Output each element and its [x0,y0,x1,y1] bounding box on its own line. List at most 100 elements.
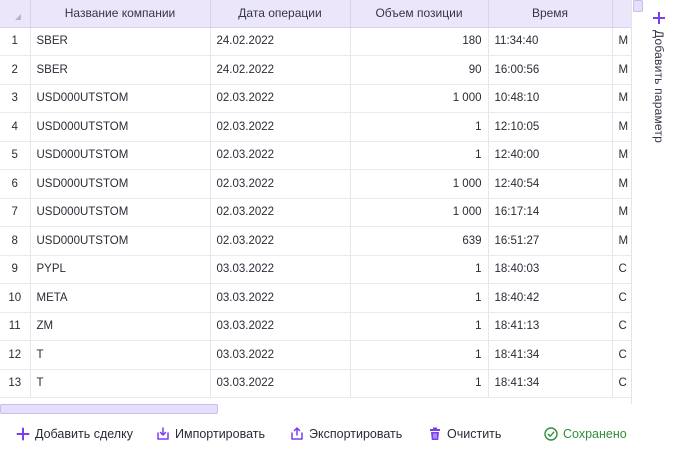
add-deal-button[interactable]: Добавить сделку [16,426,133,442]
table-row[interactable]: 3 USD000UTSTOM 02.03.2022 1 000 10:48:10 M [0,84,631,113]
extra-cell[interactable]: C [612,312,631,341]
time-cell[interactable]: 16:17:14 [488,198,613,227]
column-header-company[interactable]: Название компании [30,0,211,28]
company-cell[interactable]: PYPL [30,255,211,284]
volume-cell[interactable]: 1 [350,112,489,142]
date-cell[interactable]: 03.03.2022 [210,340,351,370]
import-button[interactable]: Импортировать [156,426,265,442]
date-cell[interactable]: 24.02.2022 [210,27,351,56]
vertical-scrollbar-thumb[interactable] [633,0,643,12]
volume-cell[interactable]: 1 000 [350,198,489,227]
time-cell[interactable]: 12:10:05 [488,112,613,142]
row-number[interactable]: 8 [0,226,31,256]
extra-cell[interactable]: M [612,141,631,170]
company-cell[interactable]: SBER [30,55,211,85]
volume-cell[interactable]: 1 [350,255,489,284]
row-number[interactable]: 3 [0,84,31,113]
extra-cell[interactable]: C [612,283,631,313]
time-cell[interactable]: 16:51:27 [488,226,613,256]
select-all-corner[interactable] [0,0,31,28]
time-cell[interactable]: 10:48:10 [488,84,613,113]
date-cell[interactable]: 03.03.2022 [210,312,351,341]
row-number[interactable]: 2 [0,55,31,85]
row-number[interactable]: 6 [0,169,31,199]
extra-cell[interactable]: M [612,169,631,199]
column-header-date[interactable]: Дата операции [210,0,351,28]
company-cell[interactable]: USD000UTSTOM [30,141,211,170]
row-number[interactable]: 1 [0,27,31,56]
date-cell[interactable]: 03.03.2022 [210,283,351,313]
time-cell[interactable]: 12:40:00 [488,141,613,170]
company-cell[interactable]: T [30,369,211,398]
time-cell[interactable]: 18:41:34 [488,340,613,370]
extra-cell[interactable]: C [612,369,631,398]
column-header-volume[interactable]: Объем позиции [350,0,489,28]
extra-cell[interactable]: C [612,255,631,284]
date-cell[interactable]: 02.03.2022 [210,141,351,170]
row-number[interactable]: 13 [0,369,31,398]
plus-icon[interactable] [653,12,665,24]
company-cell[interactable]: USD000UTSTOM [30,226,211,256]
date-cell[interactable]: 02.03.2022 [210,84,351,113]
volume-cell[interactable]: 1 000 [350,84,489,113]
extra-cell[interactable]: M [612,198,631,227]
extra-cell[interactable]: M [612,55,631,85]
row-number[interactable]: 12 [0,340,31,370]
table-row[interactable]: 7 USD000UTSTOM 02.03.2022 1 000 16:17:14 M [0,198,631,227]
table-row[interactable]: 8 USD000UTSTOM 02.03.2022 639 16:51:27 M [0,226,631,256]
add-parameter-label[interactable]: Добавить параметр [652,30,666,143]
table-row[interactable]: 5 USD000UTSTOM 02.03.2022 1 12:40:00 M [0,141,631,170]
table-row[interactable]: 9 PYPL 03.03.2022 1 18:40:03 C [0,255,631,284]
table-row[interactable]: 6 USD000UTSTOM 02.03.2022 1 000 12:40:54 M [0,169,631,199]
time-cell[interactable]: 18:40:42 [488,283,613,313]
row-number[interactable]: 7 [0,198,31,227]
extra-cell[interactable]: M [612,27,631,56]
volume-cell[interactable]: 1 000 [350,169,489,199]
horizontal-scrollbar-thumb[interactable] [0,404,218,414]
time-cell[interactable]: 18:41:13 [488,312,613,341]
extra-cell[interactable]: M [612,84,631,113]
row-number[interactable]: 9 [0,255,31,284]
row-number[interactable]: 5 [0,141,31,170]
company-cell[interactable]: USD000UTSTOM [30,84,211,113]
table-row[interactable]: 11 ZM 03.03.2022 1 18:41:13 C [0,312,631,341]
date-cell[interactable]: 03.03.2022 [210,369,351,398]
row-number[interactable]: 4 [0,112,31,142]
volume-cell[interactable]: 1 [350,340,489,370]
company-cell[interactable]: USD000UTSTOM [30,169,211,199]
company-cell[interactable]: ZM [30,312,211,341]
table-row[interactable]: 10 META 03.03.2022 1 18:40:42 C [0,283,631,313]
company-cell[interactable]: USD000UTSTOM [30,112,211,142]
company-cell[interactable]: META [30,283,211,313]
date-cell[interactable]: 03.03.2022 [210,255,351,284]
volume-cell[interactable]: 639 [350,226,489,256]
table-row[interactable]: 4 USD000UTSTOM 02.03.2022 1 12:10:05 M [0,112,631,142]
extra-cell[interactable]: M [612,112,631,142]
export-button[interactable]: Экспортировать [290,426,402,442]
column-header-time[interactable]: Время [488,0,613,28]
table-row[interactable]: 2 SBER 24.02.2022 90 16:00:56 M [0,55,631,85]
time-cell[interactable]: 18:41:34 [488,369,613,398]
volume-cell[interactable]: 90 [350,55,489,85]
company-cell[interactable]: T [30,340,211,370]
extra-cell[interactable]: M [612,226,631,256]
table-row[interactable]: 1 SBER 24.02.2022 180 11:34:40 M [0,27,631,56]
date-cell[interactable]: 02.03.2022 [210,169,351,199]
table-row[interactable]: 13 T 03.03.2022 1 18:41:34 C [0,369,631,398]
date-cell[interactable]: 24.02.2022 [210,55,351,85]
add-parameter-panel[interactable]: Добавить параметр [644,0,675,404]
clear-button[interactable]: Очистить [428,426,501,442]
volume-cell[interactable]: 1 [350,283,489,313]
extra-cell[interactable]: C [612,340,631,370]
row-number[interactable]: 11 [0,312,31,341]
company-cell[interactable]: USD000UTSTOM [30,198,211,227]
volume-cell[interactable]: 1 [350,369,489,398]
row-number[interactable]: 10 [0,283,31,313]
column-header-extra[interactable] [612,0,631,28]
time-cell[interactable]: 18:40:03 [488,255,613,284]
company-cell[interactable]: SBER [30,27,211,56]
date-cell[interactable]: 02.03.2022 [210,198,351,227]
time-cell[interactable]: 11:34:40 [488,27,613,56]
vertical-scrollbar[interactable] [632,0,644,404]
volume-cell[interactable]: 1 [350,141,489,170]
